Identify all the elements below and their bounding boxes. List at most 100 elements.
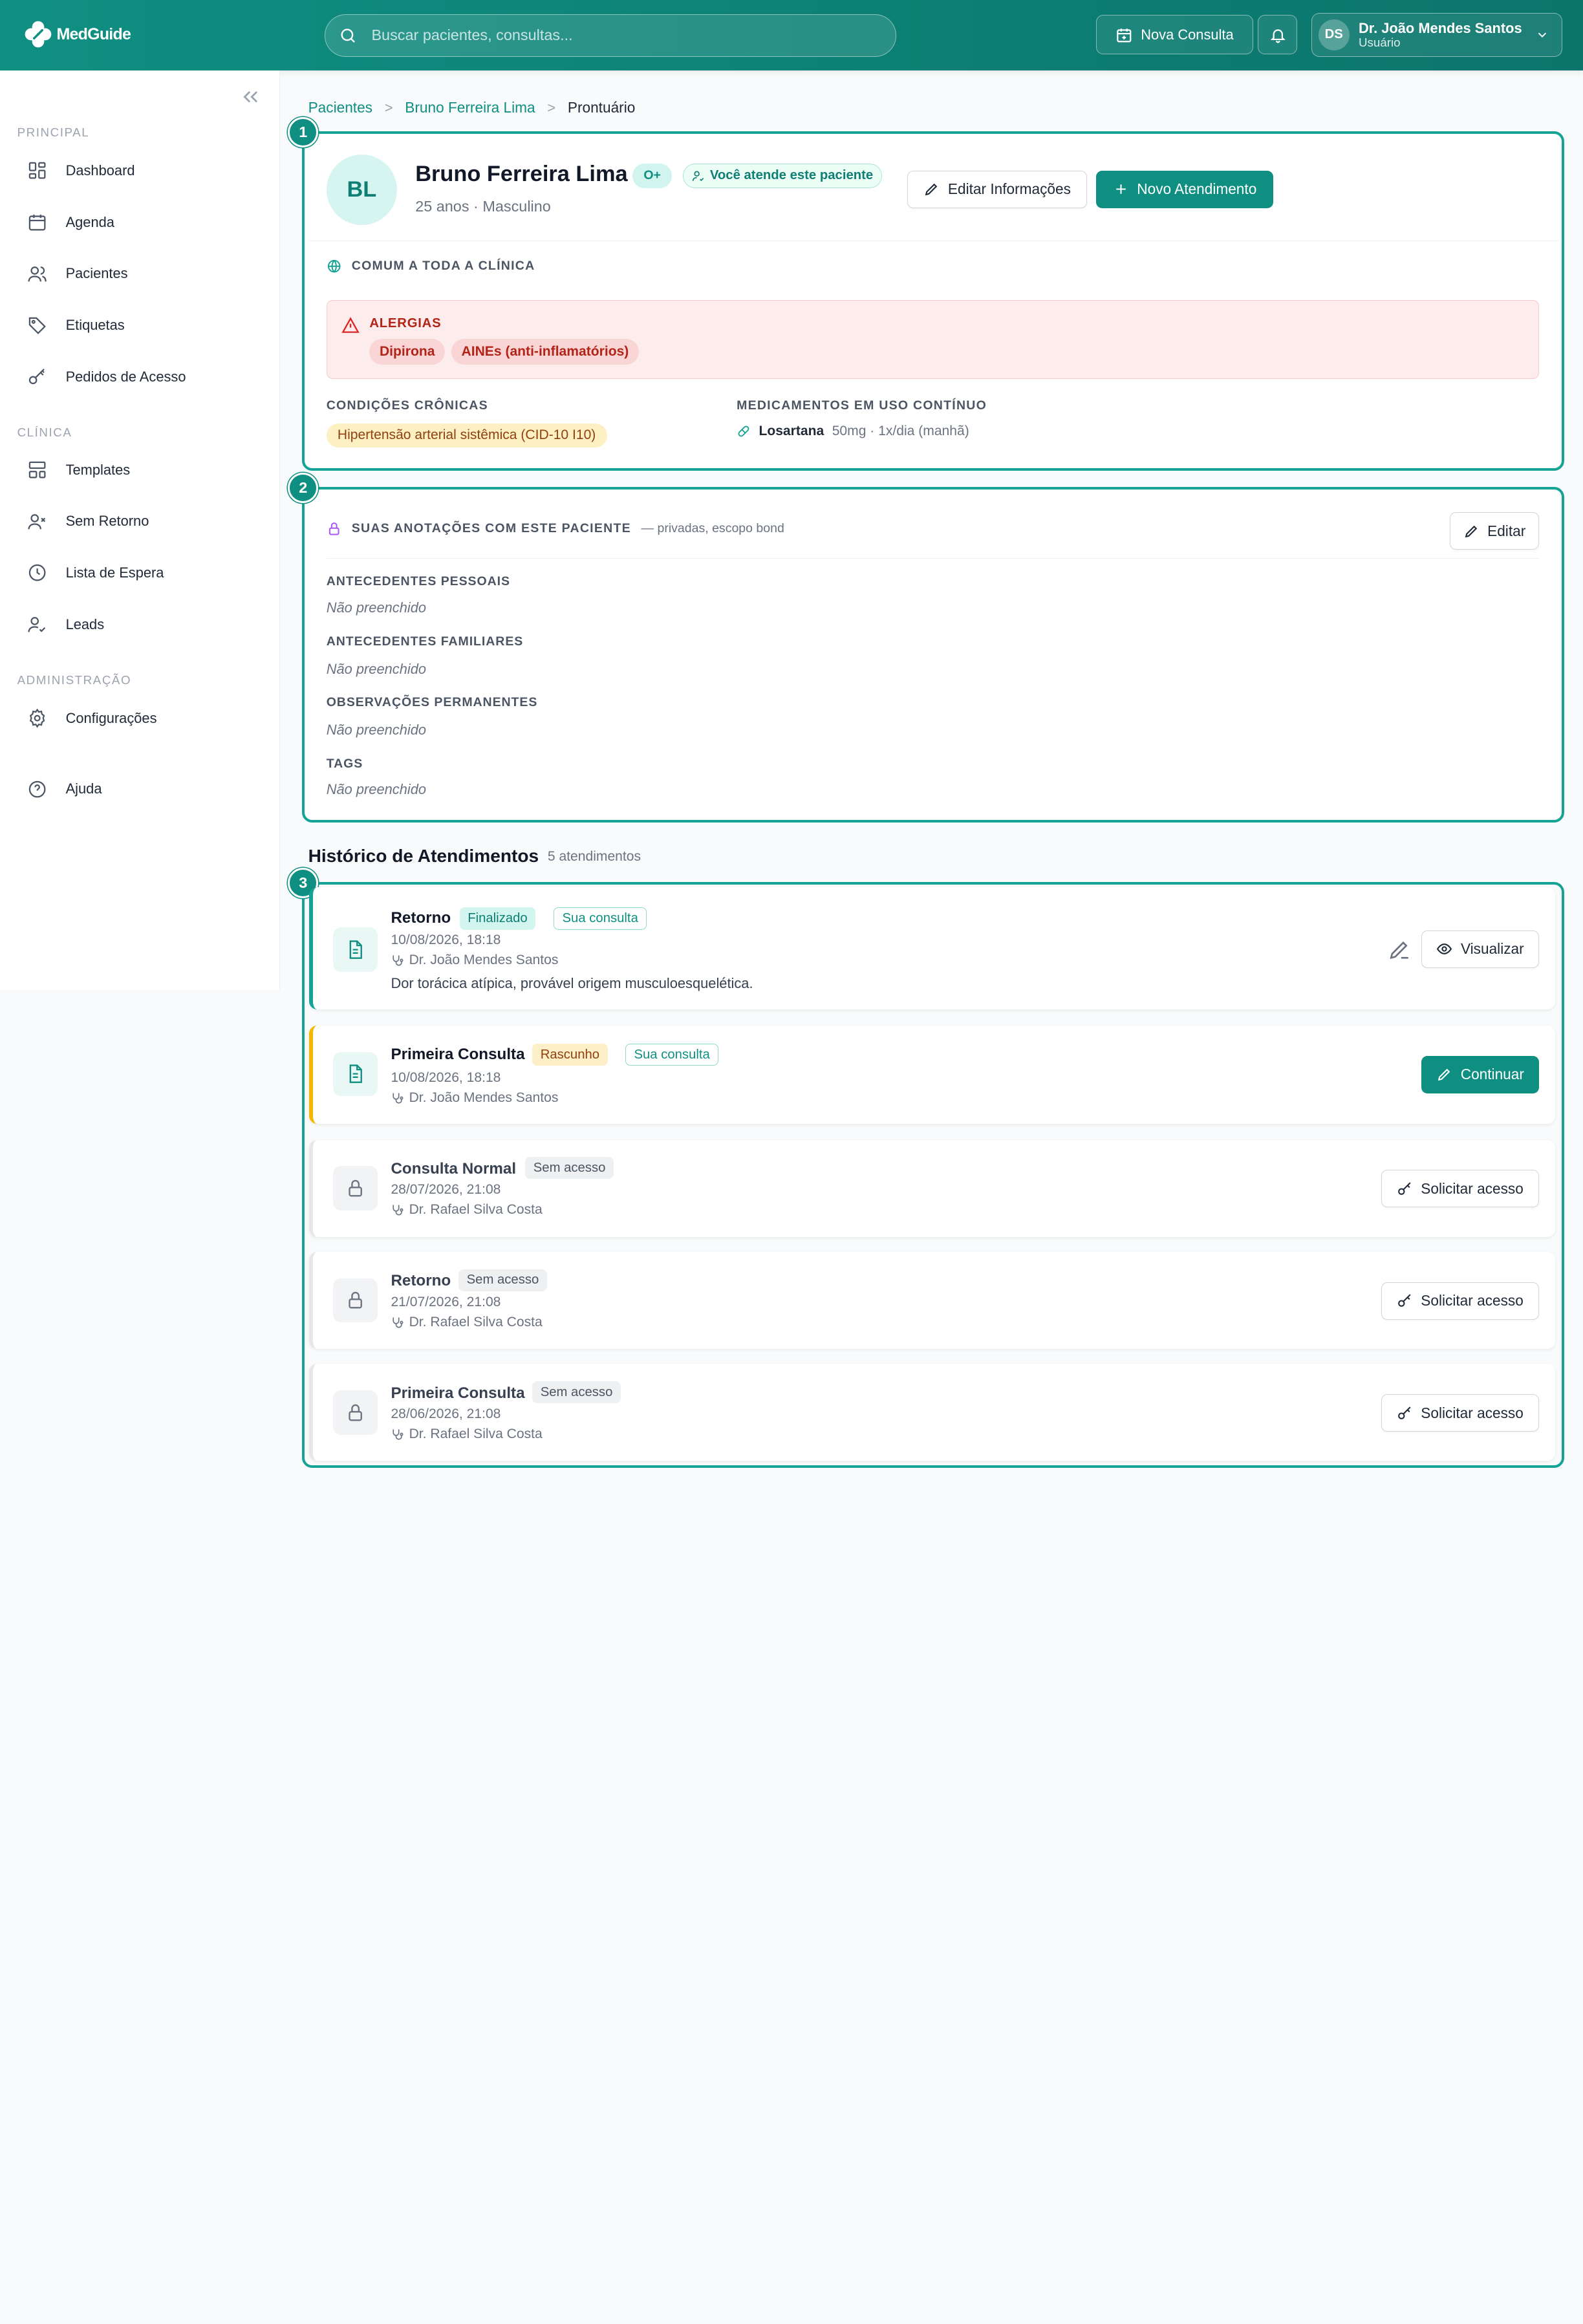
status-badge-rascunho: Rascunho [532,1044,608,1066]
field-label-tags: TAGS [326,757,363,771]
user-role: Usuário [1359,35,1401,49]
new-visit-button[interactable]: Novo Atendimento [1096,171,1273,208]
visit-title: Consulta Normal [391,1159,517,1178]
sidebar-item-templates[interactable]: Templates [17,449,264,490]
sidebar-item-pedidos-acesso[interactable]: Pedidos de Acesso [17,357,264,398]
pencil-icon[interactable] [1387,938,1412,962]
divider [326,557,1539,559]
request-access-label: Solicitar acesso [1421,1404,1524,1421]
notifications-button[interactable] [1258,15,1298,55]
visit-item[interactable]: Retorno Finalizado Sua consulta 10/08/20… [309,887,1555,1009]
field-value: Não preenchido [326,660,427,677]
own-consult-badge: Sua consulta [625,1044,719,1066]
request-access-label: Solicitar acesso [1421,1292,1524,1309]
sidebar-item-pacientes[interactable]: Pacientes [17,253,264,294]
sidebar-item-sem-retorno[interactable]: Sem Retorno [17,501,264,542]
field-value: Não preenchido [326,780,427,797]
visit-doctor: Dr. Rafael Silva Costa [391,1315,543,1330]
notes-header: SUAS ANOTAÇÕES COM ESTE PACIENTE — priva… [327,521,784,536]
breadcrumb-separator: > [547,99,556,116]
edit-info-button[interactable]: Editar Informações [907,171,1088,208]
section-administracao: ADMINISTRAÇÃO [17,672,132,687]
new-visit-label: Novo Atendimento [1137,180,1257,198]
new-consult-button[interactable]: Nova Consulta [1096,15,1253,55]
sidebar-item-label: Ajuda [65,780,102,797]
user-avatar: DS [1318,19,1350,51]
collapse-sidebar-icon[interactable] [239,85,263,109]
sidebar-item-label: Pacientes [65,265,128,282]
gear-icon [30,708,45,728]
medguide-logo-icon [25,21,52,48]
visit-doctor: Dr. João Mendes Santos [391,952,558,968]
request-access-label: Solicitar acesso [1421,1179,1524,1197]
sidebar-item-label: Leads [65,616,105,632]
request-access-button[interactable]: Solicitar acesso [1381,1282,1539,1320]
key-icon [1397,1182,1411,1195]
own-consult-badge: Sua consulta [554,907,647,930]
key-icon [28,369,45,385]
visit-doctor: Dr. Rafael Silva Costa [391,1426,543,1442]
top-bar: MedGuide Nova Consulta DS Dr. João Mende… [0,0,1583,71]
breadcrumb-current: Prontuário [567,99,636,116]
sidebar-item-agenda[interactable]: Agenda [17,202,264,243]
sidebar-item-label: Lista de Espera [65,564,164,581]
sidebar-item-configuracoes[interactable]: Configurações [17,698,264,739]
history-title: Histórico de Atendimentos [308,845,539,866]
section-clinica: CLÍNICA [17,425,72,439]
lock-icon [328,522,339,535]
doctor-name: Dr. João Mendes Santos [409,1090,559,1105]
sidebar-item-etiquetas[interactable]: Etiquetas [17,305,264,346]
notes-subtitle: — privadas, escopo bond [641,521,784,536]
request-access-button[interactable]: Solicitar acesso [1381,1394,1539,1432]
edit-notes-button[interactable]: Editar [1450,512,1539,550]
visit-title: Primeira Consulta [391,1046,525,1064]
request-access-button[interactable]: Solicitar acesso [1381,1170,1539,1208]
visit-item: Consulta Normal Sem acesso 28/07/2026, 2… [309,1139,1555,1237]
medication-item: Losartana 50mg · 1x/dia (manhã) [737,424,969,439]
status-badge-sem-acesso: Sem acesso [458,1269,547,1291]
view-visit-button[interactable]: Visualizar [1421,931,1539,968]
key-icon [1397,1406,1411,1419]
user-name: Dr. João Mendes Santos [1359,19,1522,36]
dashboard-icon [28,162,46,179]
sidebar-item-label: Templates [65,461,131,478]
visit-item[interactable]: Primeira Consulta Rascunho Sua consulta … [309,1025,1555,1124]
document-icon [349,1064,363,1084]
new-consult-label: Nova Consulta [1141,26,1234,43]
common-label: COMUM A TODA A CLÍNICA [351,259,535,274]
continue-visit-button[interactable]: Continuar [1421,1055,1539,1093]
user-menu[interactable]: DS Dr. João Mendes Santos Usuário [1311,13,1562,57]
medication-dose: 50mg · 1x/dia (manhã) [832,423,969,438]
globe-icon [327,259,341,273]
sidebar-item-label: Pedidos de Acesso [65,368,186,385]
stethoscope-icon [393,1317,404,1328]
sidebar-item-dashboard[interactable]: Dashboard [17,151,264,191]
pill-icon [738,425,749,437]
brand-logo[interactable]: MedGuide [22,18,131,50]
sidebar-item-ajuda[interactable]: Ajuda [17,769,264,810]
allergy-box: ALERGIAS Dipirona AINEs (anti-inflamatór… [326,300,1539,379]
breadcrumb-separator: > [384,99,393,116]
meds-label: MEDICAMENTOS EM USO CONTÍNUO [737,398,987,413]
divider [308,240,1559,242]
search-input[interactable] [371,27,877,45]
allergy-chip: AINEs (anti-inflamatórios) [451,339,639,365]
breadcrumb-pacientes[interactable]: Pacientes [308,99,372,116]
sidebar-item-label: Sem Retorno [65,513,149,530]
doctor-name: Dr. Rafael Silva Costa [409,1202,543,1218]
sidebar-item-leads[interactable]: Leads [17,604,264,645]
visit-date: 10/08/2026, 18:18 [391,1070,501,1085]
notes-title: SUAS ANOTAÇÕES COM ESTE PACIENTE [351,521,631,536]
app-root: MedGuide Nova Consulta DS Dr. João Mende… [0,0,1583,1487]
visit-doctor: Dr. Rafael Silva Costa [391,1202,543,1218]
allergies-label: ALERGIAS [369,316,442,330]
patient-name: Bruno Ferreira Lima [415,162,628,186]
search-bar[interactable] [324,14,896,57]
sidebar-item-lista-espera[interactable]: Lista de Espera [17,553,264,594]
breadcrumb-patient[interactable]: Bruno Ferreira Lima [405,99,535,116]
visit-title: Retorno [391,909,451,927]
sidebar-item-label: Etiquetas [65,317,125,334]
document-icon [349,940,363,959]
breadcrumb: Pacientes > Bruno Ferreira Lima > Prontu… [308,99,636,116]
status-badge-sem-acesso: Sem acesso [525,1157,614,1179]
